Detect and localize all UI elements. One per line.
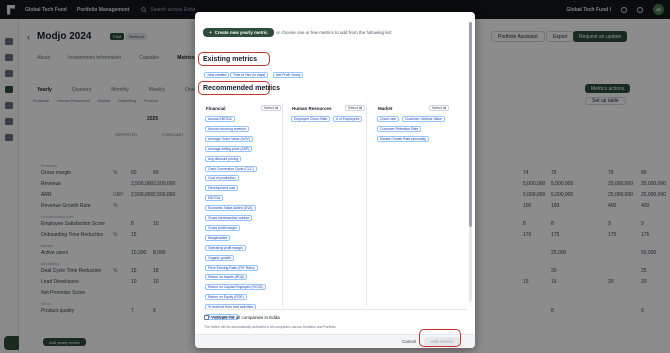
recommended-metric-chip[interactable]: EBITDA <box>205 195 224 202</box>
recommended-metric-chip[interactable]: Development cost <box>205 185 239 192</box>
recommended-metric-chip[interactable]: Average Order Value (AOV) <box>205 135 253 142</box>
recommended-metric-chip[interactable]: Cost of production <box>205 175 239 182</box>
scrollbar-thumb[interactable] <box>469 22 472 227</box>
cancel-button[interactable]: Cancel <box>402 339 416 344</box>
recommended-metric-chip[interactable]: Customer Retention Rate <box>377 126 422 132</box>
select-all-hr[interactable]: Select all <box>345 105 366 111</box>
recommended-metric-chip[interactable]: Economic Value Added (EVA) <box>205 205 256 212</box>
plus-icon: + <box>209 30 212 35</box>
recommended-metric-chip[interactable]: Churn rate <box>377 116 400 122</box>
existing-metric-chip[interactable]: Net Profit Yearly <box>273 72 304 78</box>
recommended-metric-chip[interactable]: Operating profit margin <box>205 244 246 251</box>
recommended-metric-chip[interactable]: Organic growth <box>205 254 234 261</box>
existing-metric-chip[interactable]: Time to Hire (in days) <box>230 72 269 78</box>
create-metric-label: Create new yearly metric <box>214 30 268 35</box>
recommended-metric-chip[interactable]: Market Growth Rate (annually) <box>377 136 430 142</box>
financial-column-title: Financial <box>206 106 226 111</box>
activate-all-label: Activate for all companies in Edda <box>212 315 280 320</box>
recommended-metric-chip[interactable]: # of Employees <box>333 116 363 122</box>
recommended-metric-chip[interactable]: Gross merchandise volume <box>205 215 253 221</box>
modal-scrollbar[interactable] <box>469 22 472 302</box>
recommended-metric-chip[interactable]: Employee Churn Rate <box>291 116 331 122</box>
recommended-metrics-title: Recommended metrics <box>203 85 281 92</box>
divider <box>203 309 467 310</box>
create-metric-button[interactable]: + Create new yearly metric <box>203 28 274 37</box>
select-all-market[interactable]: Select all <box>429 105 450 111</box>
existing-metric-chip[interactable]: Jobs created <box>204 72 230 78</box>
market-column: Market Select all Churn rate Customer Lif… <box>375 103 453 306</box>
recommended-metric-chip[interactable]: Return on Equity (ROE) <box>205 294 247 301</box>
recommended-metric-chip[interactable]: Annual recurring revenue <box>205 125 250 132</box>
modal-footer: Cancel Add metrics <box>195 329 475 348</box>
hr-column: Human Resources Select all Employee Chur… <box>289 103 367 306</box>
recommended-metric-chip[interactable]: Average selling price (ASP) <box>205 145 253 152</box>
existing-metrics-title: Existing metrics <box>203 56 258 63</box>
activate-all-checkbox[interactable] <box>204 315 209 320</box>
activate-note: The metric will be automatically activat… <box>204 325 337 329</box>
recommended-metric-chip[interactable]: Price Earning Ratio (P/E Ratio) <box>205 264 258 271</box>
market-column-title: Market <box>378 106 393 111</box>
recommended-metric-chip[interactable]: Return on Capital Employed (ROCE) <box>205 284 267 291</box>
choose-instructions: or choose one or few metrics to add from… <box>276 30 393 35</box>
hr-column-title: Human Resources <box>292 106 332 111</box>
activate-all-row[interactable]: Activate for all companies in Edda <box>204 315 280 320</box>
recommended-metric-chip[interactable]: Annual EBITDA <box>205 116 235 122</box>
recommended-metric-chip[interactable]: Cash Conversion Cycle (CCC) <box>205 165 257 172</box>
recommended-metric-chip[interactable]: Gross profit margin <box>205 224 240 231</box>
select-all-financial[interactable]: Select all <box>261 105 282 111</box>
add-metrics-modal: + Create new yearly metric or choose one… <box>195 12 475 348</box>
recommended-metric-chip[interactable]: Margin/sales <box>205 234 231 241</box>
financial-column: Financial Select all Annual EBITDA Annual… <box>203 103 283 320</box>
recommended-metric-chip[interactable]: Avg discount pricing <box>205 155 242 162</box>
add-metrics-highlight <box>419 329 461 347</box>
recommended-metric-chip[interactable]: Customer Lifetime Value <box>402 116 445 122</box>
recommended-metric-chip[interactable]: Return on Assets (ROA) <box>205 274 248 281</box>
